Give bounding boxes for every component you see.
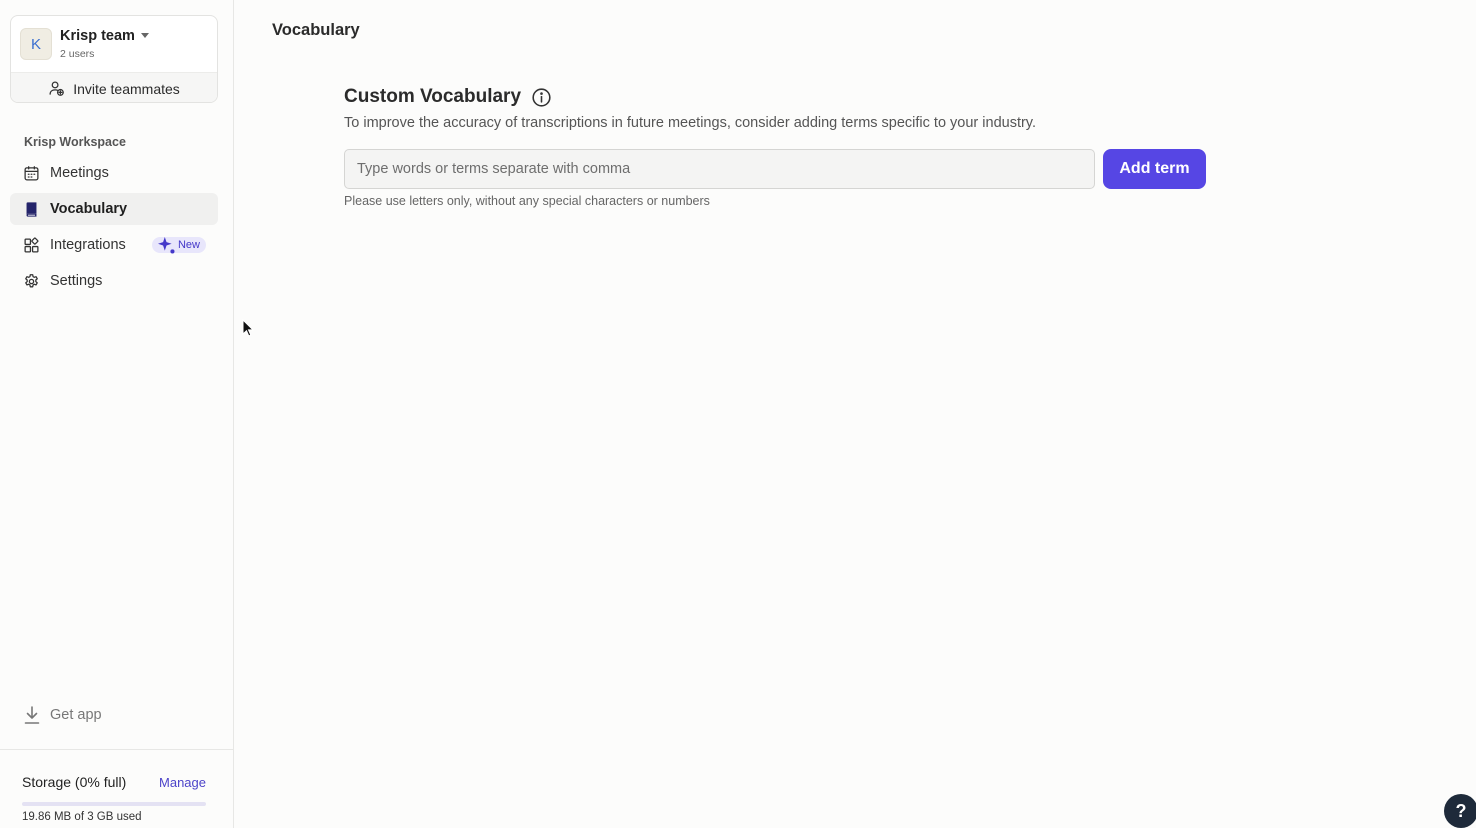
sidebar-item-label: Integrations: [50, 237, 126, 253]
page-title: Vocabulary: [272, 21, 360, 39]
new-badge-label: New: [177, 239, 200, 251]
team-switcher[interactable]: K Krisp team 2 users: [11, 16, 217, 72]
get-app-label: Get app: [50, 707, 102, 723]
manage-storage-link[interactable]: Manage: [159, 775, 206, 790]
storage-title: Storage (0% full): [22, 774, 127, 790]
storage-used-text: 19.86 MB of 3 GB used: [22, 811, 142, 823]
section-title: Custom Vocabulary: [344, 86, 522, 107]
caret-down-icon: [140, 32, 149, 38]
sidebar: K Krisp team 2 users Invite teammates Kr…: [0, 0, 234, 828]
sidebar-item-meetings[interactable]: Meetings: [10, 157, 218, 189]
storage-progress-bar: [22, 802, 206, 806]
book-icon: [26, 201, 37, 217]
app-window: K Krisp team 2 users Invite teammates Kr…: [0, 0, 1476, 828]
new-badge: New: [151, 236, 206, 253]
sidebar-item-integrations[interactable]: Integrations New: [10, 229, 218, 261]
puzzle-icon: [24, 236, 39, 253]
mouse-cursor-icon: [242, 319, 254, 337]
add-term-button[interactable]: Add term: [1103, 149, 1206, 189]
sidebar-nav: Meetings Vocabulary Integrations New Set…: [10, 157, 218, 301]
calendar-icon: [24, 165, 39, 181]
download-icon: [24, 706, 40, 724]
get-app-link[interactable]: Get app: [24, 706, 102, 724]
help-button[interactable]: ?: [1444, 794, 1476, 828]
vocabulary-term-input[interactable]: [344, 149, 1095, 189]
add-user-icon: [49, 81, 65, 96]
storage-panel: Storage (0% full) Manage 19.86 MB of 3 G…: [0, 749, 233, 828]
team-card: K Krisp team 2 users Invite teammates: [10, 15, 218, 103]
team-avatar: K: [20, 28, 52, 60]
sidebar-item-label: Meetings: [50, 165, 109, 181]
invite-teammates-button[interactable]: Invite teammates: [11, 72, 217, 102]
section-description: To improve the accuracy of transcription…: [344, 115, 1037, 131]
sparkle-icon: [157, 236, 175, 253]
invite-teammates-label: Invite teammates: [73, 80, 180, 97]
sidebar-item-settings[interactable]: Settings: [10, 265, 218, 297]
sidebar-item-vocabulary[interactable]: Vocabulary: [10, 193, 218, 225]
info-icon[interactable]: [531, 87, 552, 108]
sidebar-item-label: Settings: [50, 273, 103, 289]
section-title-row: Custom Vocabulary: [344, 86, 552, 108]
input-hint: Please use letters only, without any spe…: [344, 194, 710, 208]
gear-icon: [25, 273, 38, 287]
team-name-row[interactable]: Krisp team: [60, 28, 149, 44]
team-user-count: 2 users: [60, 48, 95, 60]
team-name: Krisp team: [60, 28, 135, 44]
workspace-label: Krisp Workspace: [24, 135, 126, 149]
sidebar-item-label: Vocabulary: [50, 201, 128, 217]
